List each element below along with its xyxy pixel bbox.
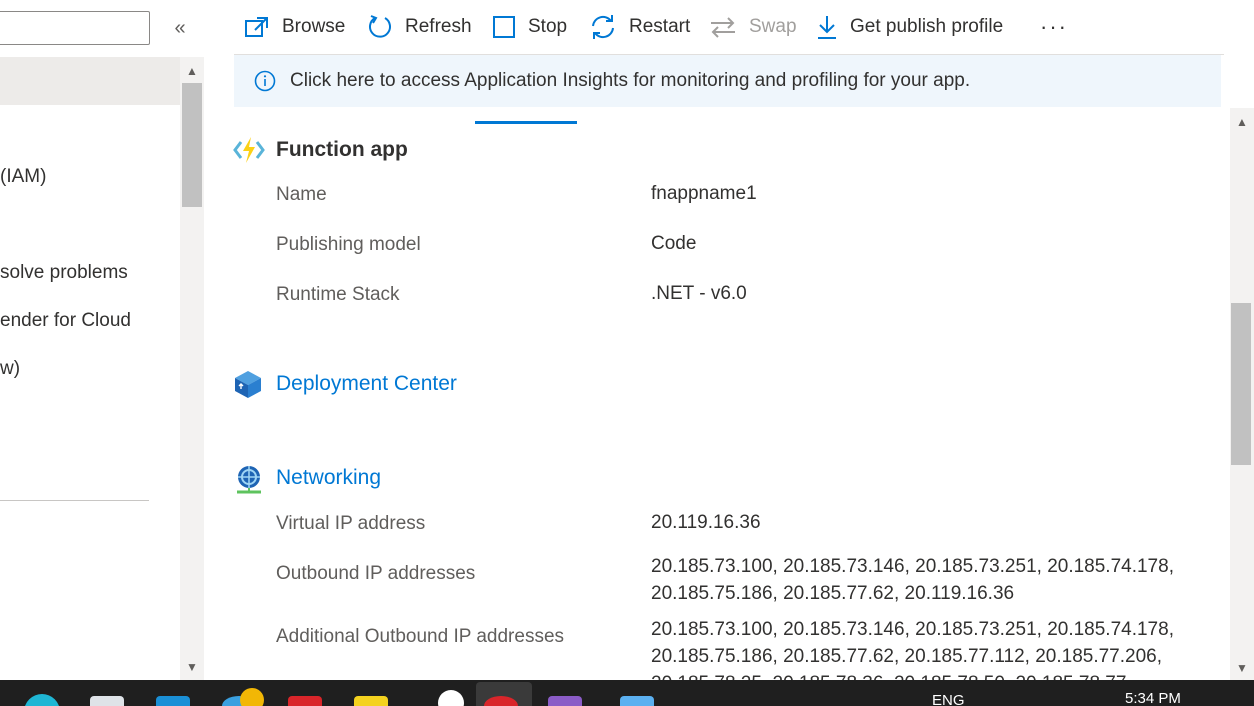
active-tab-indicator	[475, 121, 577, 124]
windows-taskbar: ENG 5:34 PM	[0, 680, 1254, 706]
outbound-ip-label: Outbound IP addresses	[276, 563, 476, 584]
publishing-model-label: Publishing model	[276, 234, 421, 255]
content-scrollbar-thumb[interactable]	[1231, 303, 1251, 465]
content-scroll-up-icon[interactable]: ▲	[1236, 116, 1248, 128]
browse-icon	[245, 17, 268, 37]
download-icon	[818, 16, 836, 39]
nav-item-selected[interactable]	[0, 57, 180, 105]
store-taskbar-icon[interactable]	[156, 696, 190, 706]
content-scroll-down-icon[interactable]: ▼	[1236, 662, 1248, 674]
refresh-label: Refresh	[405, 16, 472, 37]
publishing-model-value: Code	[651, 233, 697, 254]
scroll-down-icon[interactable]: ▼	[186, 661, 198, 673]
name-value: fnappname1	[651, 183, 757, 204]
nav-item-defender[interactable]: ender for Cloud	[0, 310, 131, 332]
language-indicator[interactable]: ENG	[932, 692, 965, 706]
visual-studio-taskbar-icon[interactable]	[548, 696, 582, 706]
menu-divider	[0, 500, 149, 501]
banner-text: Click here to access Application Insight…	[290, 70, 971, 91]
outbound-ip-value: 20.185.73.100, 20.185.73.146, 20.185.73.…	[651, 556, 1174, 604]
virtual-ip-value: 20.119.16.36	[651, 512, 761, 533]
menu-scrollbar[interactable]: ▲ ▼	[180, 57, 204, 680]
nav-item-diagnose[interactable]: solve problems	[0, 262, 128, 284]
calendar-taskbar-icon[interactable]	[620, 696, 654, 706]
get-publish-profile-button[interactable]: Get publish profile	[816, 12, 1003, 42]
app-insights-banner[interactable]: Click here to access Application Insight…	[234, 55, 1221, 107]
file-explorer-taskbar-icon[interactable]	[90, 696, 124, 706]
nav-item-access-control[interactable]: (IAM)	[0, 166, 46, 188]
virtual-ip-label: Virtual IP address	[276, 513, 426, 534]
collapse-menu-icon[interactable]: «	[168, 14, 192, 42]
name-label: Name	[276, 184, 327, 205]
function-app-icon	[233, 137, 265, 163]
swap-button[interactable]: Swap	[709, 12, 797, 42]
publish-label: Get publish profile	[850, 16, 1004, 37]
close-badge-icon	[438, 690, 464, 706]
stop-icon	[493, 16, 515, 38]
restart-label: Restart	[629, 16, 691, 37]
scroll-up-icon[interactable]: ▲	[186, 65, 198, 77]
function-app-title: Function app	[276, 138, 408, 161]
runtime-stack-label: Runtime Stack	[276, 284, 400, 305]
command-bar: Browse Refresh Stop Restart Swap Get pub…	[234, 0, 1224, 55]
swap-icon	[711, 17, 735, 38]
additional-outbound-ip-label: Additional Outbound IP addresses	[276, 626, 565, 647]
deployment-center-icon	[235, 371, 261, 398]
nav-item-preview[interactable]: w)	[0, 358, 20, 380]
edge-taskbar-icon[interactable]	[24, 694, 60, 706]
runtime-stack-value: .NET - v6.0	[651, 283, 747, 304]
stop-label: Stop	[528, 16, 568, 37]
restart-button[interactable]: Restart	[589, 12, 690, 42]
resource-menu: « (IAM) solve problems ender for Cloud w…	[0, 0, 204, 680]
browse-label: Browse	[282, 16, 346, 37]
menu-scrollbar-thumb[interactable]	[182, 83, 202, 207]
content-scrollbar[interactable]: ▲ ▼	[1230, 108, 1254, 680]
folder-taskbar-icon[interactable]	[354, 696, 388, 706]
notification-dot-icon	[240, 688, 264, 706]
blade-gutter	[204, 0, 234, 680]
mail-taskbar-icon[interactable]	[288, 696, 322, 706]
restart-icon	[592, 15, 614, 39]
refresh-button[interactable]: Refresh	[367, 12, 472, 42]
more-actions-button[interactable]: ···	[1040, 12, 1068, 42]
menu-search-input[interactable]	[0, 11, 150, 45]
stop-button[interactable]: Stop	[492, 12, 567, 42]
refresh-icon	[369, 15, 391, 38]
info-icon	[254, 70, 276, 92]
browse-button[interactable]: Browse	[244, 12, 345, 42]
deployment-center-link[interactable]: Deployment Center	[276, 372, 457, 396]
clock-time[interactable]: 5:34 PM	[1125, 690, 1181, 706]
networking-link[interactable]: Networking	[276, 466, 381, 490]
networking-icon	[237, 466, 261, 494]
swap-label: Swap	[749, 16, 797, 37]
